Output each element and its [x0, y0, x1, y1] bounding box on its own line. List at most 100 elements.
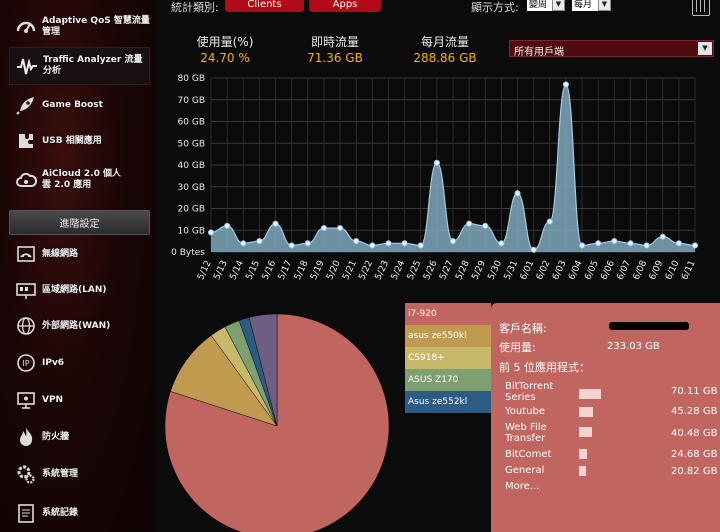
chevron-down-icon[interactable]: ▼ — [698, 42, 712, 55]
legend-item-cs918[interactable]: CS918+ — [405, 347, 491, 369]
x-tick-label: 6/04 — [567, 259, 585, 282]
sidebar-item-label: 防火牆 — [42, 431, 70, 442]
monthly-traffic-label: 每月流量 — [420, 35, 469, 49]
tab-apps[interactable]: Apps — [309, 0, 381, 12]
traffic-analyzer-panel: 統計類別: Clients Apps 顯示方式: 變周 ▼ 每月 ▼ 使用量(%… — [155, 0, 720, 532]
sidebar: Adaptive QoS 智慧流量管理 Traffic Analyzer 流量分… — [0, 0, 155, 532]
wireless-icon — [13, 241, 39, 267]
app-name: General — [505, 465, 545, 476]
app-name: BitComet — [505, 449, 552, 460]
x-tick-label: 5/17 — [277, 259, 295, 282]
x-tick-label: 6/02 — [535, 259, 553, 282]
sidebar-item-vpn[interactable]: VPN — [9, 387, 150, 413]
display-mode-label: 顯示方式: — [471, 1, 519, 14]
svg-text:IP: IP — [22, 359, 29, 368]
x-tick-label: 6/07 — [616, 259, 634, 282]
x-tick-label: 5/21 — [341, 259, 359, 282]
x-tick-label: 5/26 — [422, 259, 440, 282]
x-tick-label: 5/23 — [374, 259, 392, 282]
display-mode-select[interactable]: 變周 — [527, 0, 552, 11]
data-point — [675, 240, 682, 247]
sidebar-item-traffic-analyzer[interactable]: Traffic Analyzer 流量分析 — [9, 47, 150, 85]
x-tick-label: 5/25 — [406, 259, 424, 282]
sidebar-item-game-boost[interactable]: Game Boost — [9, 92, 150, 118]
app-name: Youtube — [505, 406, 545, 417]
sidebar-item-lan[interactable]: 區域網路(LAN) — [9, 277, 150, 303]
sidebar-item-wan[interactable]: 外部網路(WAN) — [9, 313, 150, 339]
data-point — [498, 240, 505, 247]
chevron-down-icon[interactable]: ▼ — [552, 0, 565, 11]
y-tick-label: 60 GB — [178, 118, 205, 128]
sidebar-item-label: IPv6 — [42, 357, 65, 368]
client-filter-select[interactable]: 所有用戶端 ▼ — [509, 40, 714, 58]
sidebar-item-adaptive-qos[interactable]: Adaptive QoS 智慧流量管理 — [9, 12, 150, 42]
y-tick-label: 10 GB — [178, 226, 205, 236]
sidebar-item-ipv6[interactable]: IP IPv6 — [9, 350, 150, 376]
x-tick-label: 5/14 — [228, 259, 246, 282]
sidebar-item-syslog[interactable]: 系統記錄 — [9, 500, 150, 526]
sidebar-item-label: AiCloud 2.0 個人雲 2.0 應用 — [42, 169, 121, 190]
data-point — [240, 240, 247, 247]
tab-clients[interactable]: Clients — [225, 0, 304, 12]
x-tick-label: 6/08 — [632, 259, 650, 282]
data-point — [385, 240, 392, 247]
x-tick-label: 5/18 — [293, 259, 311, 282]
data-point — [304, 240, 311, 247]
log-icon — [13, 500, 39, 526]
x-tick-label: 6/01 — [519, 259, 537, 282]
data-point — [369, 242, 376, 249]
client-filter-value: 所有用戶端 — [514, 47, 564, 58]
x-tick-label: 5/20 — [325, 259, 343, 282]
sidebar-item-label: VPN — [42, 394, 64, 405]
legend-item-z170[interactable]: ASUS Z170 — [405, 369, 491, 391]
legend-item-ze550kl[interactable]: asus ze550kl — [405, 325, 491, 347]
monthly-traffic-value: 288.86 GB — [413, 51, 477, 65]
data-point — [659, 233, 666, 240]
x-tick-label: 5/13 — [212, 259, 230, 282]
y-tick-label: 80 GB — [178, 74, 205, 84]
x-tick-label: 5/15 — [245, 259, 263, 282]
speedometer-icon — [13, 14, 39, 40]
data-point — [449, 238, 457, 245]
puzzle-icon — [13, 128, 39, 154]
x-tick-label: 6/10 — [664, 259, 682, 282]
sidebar-item-label: Traffic Analyzer 流量分析 — [43, 55, 143, 76]
data-point — [320, 224, 328, 232]
data-point — [578, 242, 586, 249]
realtime-traffic-label: 即時流量 — [310, 35, 359, 49]
app-name: BitTorrent Series — [505, 381, 554, 403]
gear-icon — [13, 461, 39, 487]
app-usage-bar — [579, 466, 586, 476]
usage-percent-label: 使用量(%) — [196, 35, 254, 49]
chevron-down-icon[interactable]: ▼ — [598, 0, 611, 11]
data-point — [546, 218, 553, 225]
x-tick-label: 5/27 — [438, 259, 456, 282]
data-point — [627, 240, 634, 247]
traffic-wave-icon — [14, 53, 40, 79]
data-point — [514, 190, 521, 197]
legend-item-ze552kl[interactable]: Asus ze552kl — [405, 391, 491, 413]
sidebar-item-label: 系統管理 — [42, 468, 79, 479]
data-point — [288, 242, 295, 249]
flame-icon — [13, 424, 39, 450]
x-tick-label: 5/31 — [503, 259, 521, 282]
sidebar-item-aicloud[interactable]: AiCloud 2.0 個人雲 2.0 應用 — [9, 164, 150, 196]
x-tick-label: 5/12 — [196, 259, 214, 282]
sidebar-item-firewall[interactable]: 防火牆 — [9, 424, 150, 450]
app-usage-bar — [579, 427, 592, 437]
data-point — [433, 159, 440, 166]
y-tick-label: 50 GB — [178, 139, 205, 149]
trash-icon[interactable] — [692, 0, 710, 16]
sidebar-item-wireless[interactable]: 無線網路 — [9, 241, 150, 267]
sidebar-item-usb[interactable]: USB 相關應用 — [9, 128, 150, 154]
sidebar-item-admin[interactable]: 系統管理 — [9, 461, 150, 487]
data-point — [562, 81, 570, 88]
legend-item-i7-920[interactable]: i7-920 — [405, 303, 491, 325]
realtime-traffic-value: 71.36 GB — [307, 51, 363, 65]
x-tick-label: 5/16 — [261, 259, 279, 282]
period-select[interactable]: 每月 — [572, 0, 598, 11]
data-point — [353, 238, 360, 245]
app-usage-bar — [579, 449, 587, 459]
more-apps-link[interactable]: More... — [505, 481, 585, 492]
data-point — [417, 242, 424, 249]
